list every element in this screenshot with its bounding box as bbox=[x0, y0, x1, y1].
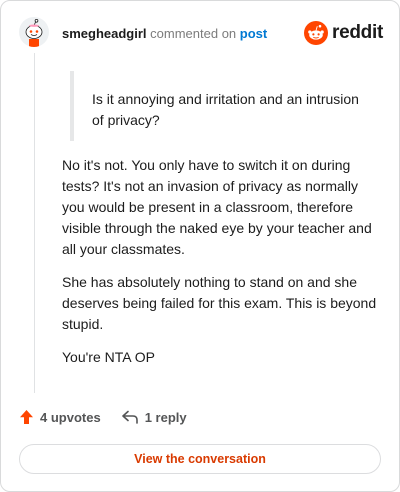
reply-button[interactable]: 1 reply bbox=[121, 410, 187, 425]
brand-wordmark: reddit bbox=[332, 22, 383, 43]
comment-paragraph: You're NTA OP bbox=[62, 349, 155, 365]
comment-actions: 4 upvotes 1 reply bbox=[19, 409, 187, 425]
quoted-text: Is it annoying and irritation and an int… bbox=[92, 91, 359, 128]
upvote-count: 4 upvotes bbox=[40, 409, 101, 425]
reddit-logo-icon bbox=[304, 21, 329, 45]
comment-paragraph: No it's not. You only have to switch it … bbox=[62, 157, 372, 257]
header-action-text: commented on bbox=[150, 26, 237, 41]
snoo-avatar-icon bbox=[25, 19, 43, 47]
upvote-arrow-icon bbox=[20, 410, 33, 424]
quote-bar bbox=[70, 71, 74, 141]
thread-line bbox=[34, 53, 35, 393]
post-link[interactable]: post bbox=[240, 26, 267, 41]
user-avatar[interactable] bbox=[19, 17, 49, 47]
upvote-button[interactable]: 4 upvotes bbox=[19, 409, 101, 425]
author-name[interactable]: smegheadgirl bbox=[62, 26, 147, 41]
comment-card: smegheadgirl commented on post reddit Is… bbox=[0, 0, 400, 492]
comment-paragraph: She has absolutely nothing to stand on a… bbox=[62, 274, 377, 332]
comment-header: smegheadgirl commented on post bbox=[62, 26, 267, 41]
reddit-brand[interactable]: reddit bbox=[304, 21, 383, 45]
reply-icon bbox=[121, 410, 138, 424]
view-conversation-button[interactable]: View the conversation bbox=[19, 444, 381, 474]
reply-count: 1 reply bbox=[144, 409, 187, 425]
